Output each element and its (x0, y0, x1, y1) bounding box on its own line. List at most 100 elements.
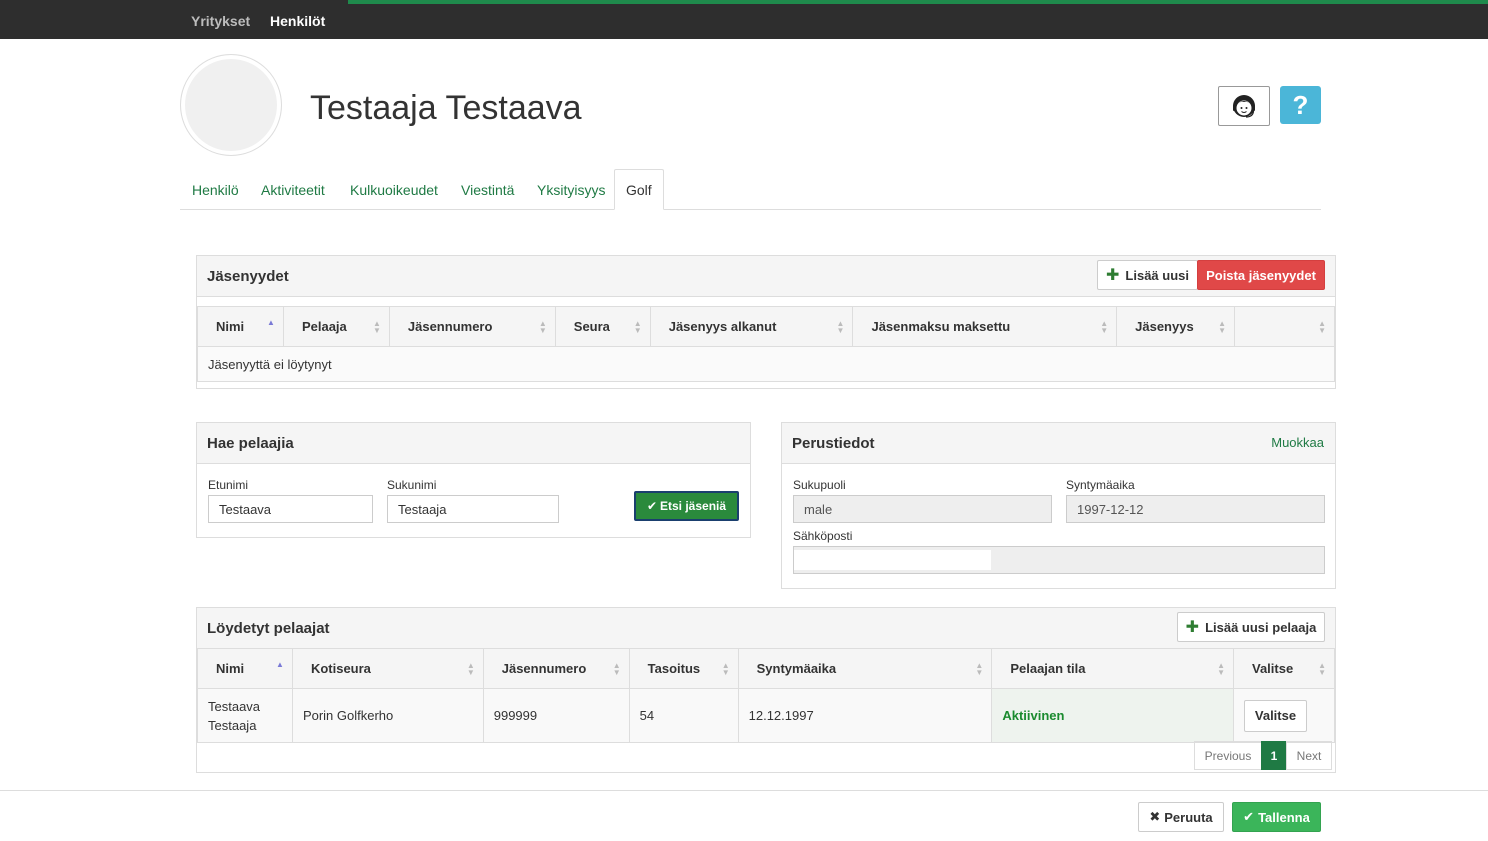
sort-icon: ▲ ▼ (1318, 661, 1326, 677)
memberships-table: Nimi ▲ Pelaaja ▲ ▼ Jäsennumero ▲ ▼ Seura ▲ ▼ Jä… (197, 306, 1335, 382)
pager-previous[interactable]: Previous (1194, 741, 1262, 770)
last-name-label: Sukunimi (387, 478, 437, 492)
sort-asc-icon: ▲ (276, 660, 284, 669)
nav-people[interactable]: Henkilöt (270, 13, 325, 29)
cancel-label: Peruuta (1164, 809, 1213, 825)
col-jasenyys[interactable]: Jäsenyys ▲ ▼ (1116, 306, 1236, 347)
delete-memberships-label: Poista jäsenyydet (1206, 267, 1316, 283)
memberships-panel-header: Jäsenyydet ✚ Lisää uusi Poista jäsenyyde… (197, 256, 1335, 297)
table-row: Testaava Testaaja Porin Golfkerho 999999… (197, 688, 1335, 743)
sort-icon: ▲ ▼ (836, 319, 845, 335)
col-pelaajan-tila[interactable]: Pelaajan tila ▲ ▼ (991, 648, 1234, 689)
player-member-number: 999999 (482, 688, 630, 743)
search-panel-title: Hae pelaajia (207, 435, 294, 452)
col-actions[interactable]: ▲ ▼ (1234, 306, 1335, 347)
add-membership-button[interactable]: ✚ Lisää uusi (1097, 260, 1198, 290)
col-jasenyys-alkanut[interactable]: Jäsenyys alkanut ▲ ▼ (649, 306, 854, 347)
col-jasenmaksu-maksettu[interactable]: Jäsenmaksu maksettu ▲ ▼ (852, 306, 1118, 347)
nav-companies[interactable]: Yritykset (191, 13, 250, 29)
col-nimi[interactable]: Nimi ▲ (197, 648, 293, 689)
sort-icon: ▲ ▼ (1217, 661, 1225, 677)
check-icon: ✔ (646, 499, 657, 513)
tab-kulkuoikeudet[interactable]: Kulkuoikeudet (350, 182, 438, 198)
col-syntymaaika[interactable]: Syntymäaika ▲ ▼ (737, 648, 993, 689)
found-players-table: Nimi ▲ Kotiseura ▲ ▼ Jäsennumero ▲ ▼ Tasoitus… (197, 648, 1335, 743)
birthdate-field[interactable]: 1997-12-12 (1066, 495, 1325, 523)
col-jasennumero[interactable]: Jäsennumero ▲ ▼ (388, 306, 556, 347)
memberships-empty-row: Jäsenyyttä ei löytynyt (197, 346, 1335, 382)
player-birthdate: 12.12.1997 (737, 688, 993, 743)
found-players-title: Löydetyt pelaajat (207, 620, 330, 637)
col-jasennumero[interactable]: Jäsennumero ▲ ▼ (482, 648, 630, 689)
memberships-empty-text: Jäsenyyttä ei löytynyt (197, 346, 1335, 382)
gender-label: Sukupuoli (793, 478, 846, 492)
plus-icon: ✚ (1185, 619, 1200, 636)
footer-divider (0, 790, 1488, 791)
tab-viestinta[interactable]: Viestintä (461, 182, 514, 198)
navbar-accent-line (348, 0, 1488, 4)
basic-info-panel: Perustiedot Muokkaa Sukupuoli male Synty… (781, 422, 1336, 589)
save-button[interactable]: ✔ Tallenna (1232, 802, 1321, 832)
tab-golf[interactable]: Golf (614, 169, 664, 210)
add-new-player-button[interactable]: ✚ Lisää uusi pelaaja (1177, 612, 1325, 642)
sort-icon: ▲ ▼ (975, 661, 984, 677)
support-button[interactable] (1218, 86, 1270, 126)
add-new-player-label: Lisää uusi pelaaja (1205, 619, 1317, 635)
delete-memberships-button[interactable]: Poista jäsenyydet (1197, 260, 1325, 290)
col-valitse[interactable]: Valitse ▲ ▼ (1233, 648, 1335, 689)
tab-henkilo[interactable]: Henkilö (192, 182, 239, 198)
edit-basic-info-link[interactable]: Muokkaa (1271, 435, 1324, 450)
save-label: Tallenna (1258, 809, 1310, 825)
player-club: Porin Golfkerho (291, 688, 484, 743)
sort-icon: ▲ ▼ (466, 661, 475, 677)
email-field[interactable] (793, 546, 1325, 574)
pagination: Previous 1 Next (1194, 741, 1332, 770)
memberships-header-row: Nimi ▲ Pelaaja ▲ ▼ Jäsennumero ▲ ▼ Seura ▲ ▼ Jä… (197, 306, 1335, 347)
avatar (180, 54, 282, 156)
memberships-title: Jäsenyydet (207, 268, 289, 285)
pager-next[interactable]: Next (1286, 741, 1332, 770)
sort-icon: ▲ ▼ (633, 319, 642, 335)
gender-field[interactable]: male (793, 495, 1052, 523)
sort-icon: ▲ ▼ (721, 661, 730, 677)
found-players-panel: Löydetyt pelaajat ✚ Lisää uusi pelaaja N… (196, 607, 1336, 773)
sort-asc-icon: ▲ (267, 318, 275, 327)
col-nimi[interactable]: Nimi ▲ (197, 306, 284, 347)
col-pelaaja[interactable]: Pelaaja ▲ ▼ (282, 306, 390, 347)
col-seura[interactable]: Seura ▲ ▼ (554, 306, 651, 347)
sort-icon: ▲ ▼ (1100, 319, 1109, 335)
player-status: Aktiivinen (991, 688, 1234, 743)
player-name: Testaava Testaaja (197, 688, 293, 743)
cancel-button[interactable]: ✖ Peruuta (1138, 802, 1224, 832)
player-handicap: 54 (628, 688, 739, 743)
pager-page-1[interactable]: 1 (1261, 741, 1287, 770)
sort-icon: ▲ ▼ (372, 319, 381, 335)
basic-info-title: Perustiedot (792, 435, 875, 452)
col-tasoitus[interactable]: Tasoitus ▲ ▼ (628, 648, 739, 689)
search-players-panel: Hae pelaajia Etunimi Testaava Sukunimi T… (196, 422, 751, 538)
search-members-label: Etsi jäseniä (660, 499, 727, 513)
tab-yksityisyys[interactable]: Yksityisyys (537, 182, 605, 198)
last-name-input[interactable]: Testaaja (387, 495, 559, 523)
email-label: Sähköposti (793, 529, 853, 543)
sort-icon: ▲ ▼ (538, 319, 547, 335)
player-select-cell: Valitse (1233, 688, 1335, 743)
first-name-input[interactable]: Testaava (208, 495, 373, 523)
tab-aktiviteetit[interactable]: Aktiviteetit (261, 182, 325, 198)
support-headset-icon (1233, 95, 1255, 118)
email-redacted (794, 550, 991, 570)
question-icon: ? (1292, 89, 1309, 120)
close-icon: ✖ (1149, 809, 1161, 824)
tab-bar: Henkilö Aktiviteetit Kulkuoikeudet Viest… (180, 169, 1321, 210)
col-kotiseura[interactable]: Kotiseura ▲ ▼ (291, 648, 484, 689)
add-membership-label: Lisää uusi (1125, 267, 1189, 283)
select-player-button[interactable]: Valitse (1244, 699, 1307, 732)
search-members-button[interactable]: ✔ Etsi jäseniä (634, 491, 739, 521)
sort-icon: ▲ ▼ (612, 661, 621, 677)
first-name-label: Etunimi (208, 478, 249, 492)
sort-icon: ▲ ▼ (1318, 319, 1326, 335)
plus-icon: ✚ (1106, 267, 1120, 284)
help-button[interactable]: ? (1280, 86, 1321, 124)
sort-icon: ▲ ▼ (1218, 319, 1227, 335)
top-navbar: Yritykset Henkilöt (0, 0, 1488, 39)
